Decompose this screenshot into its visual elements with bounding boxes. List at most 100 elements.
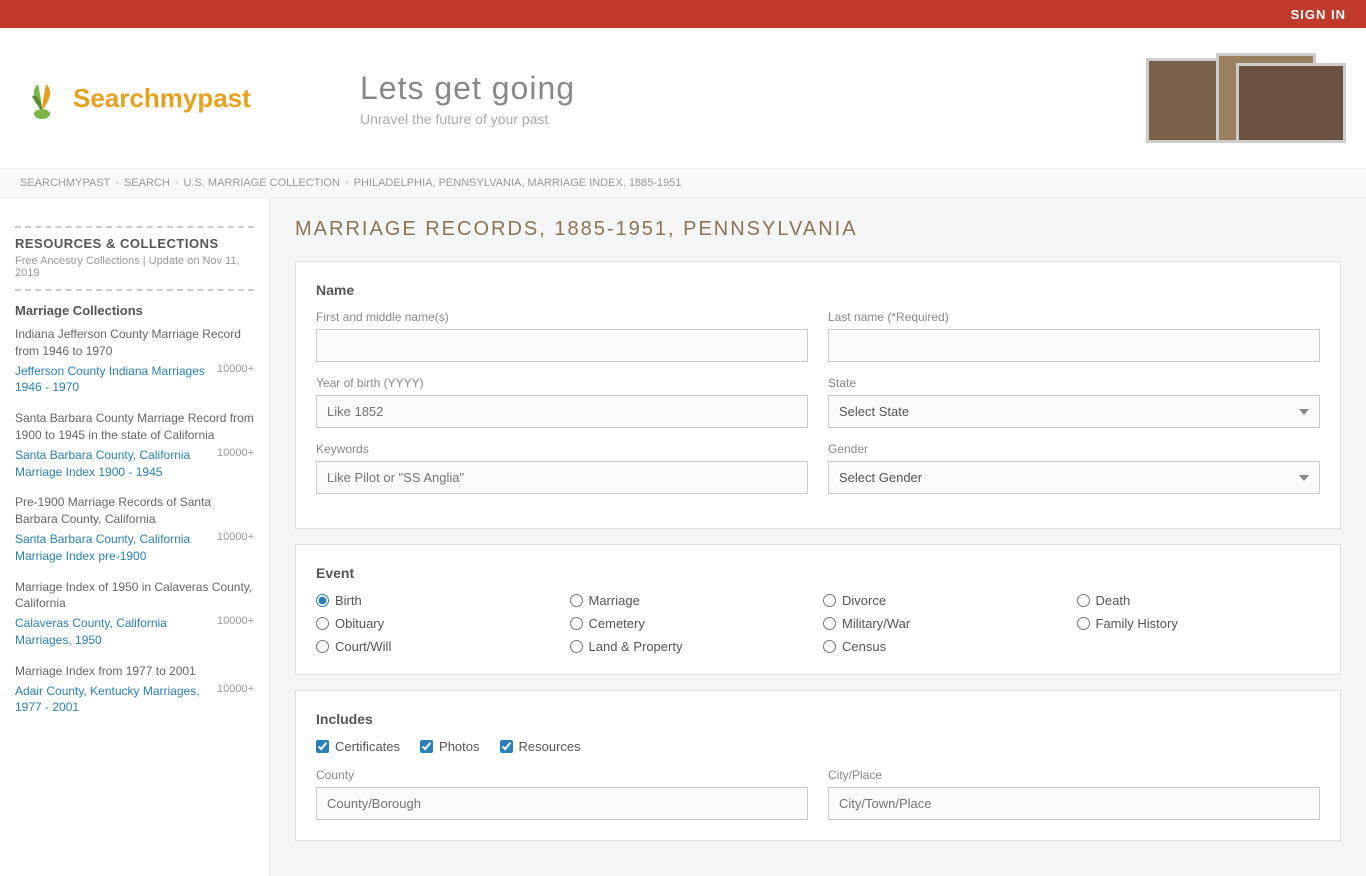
event-death-radio[interactable]	[1077, 594, 1090, 607]
keywords-input[interactable]	[316, 461, 808, 494]
event-obituary: Obituary	[316, 616, 560, 631]
photo-3	[1236, 63, 1346, 143]
event-obituary-radio[interactable]	[316, 617, 329, 630]
top-bar: SIGN IN	[0, 0, 1366, 28]
tagline-area: Lets get going Unravel the future of you…	[300, 70, 1126, 127]
breadcrumb-collection[interactable]: U.S. MARRIAGE COLLECTION	[183, 177, 339, 189]
resources-checkbox[interactable]	[500, 740, 513, 753]
state-group: State Select State Pennsylvania New York…	[828, 376, 1320, 428]
sidebar-item-2-link-row: Santa Barbara County, California Marriag…	[15, 447, 254, 481]
first-name-input[interactable]	[316, 329, 808, 362]
signin-button[interactable]: SIGN IN	[1291, 7, 1346, 22]
event-divorce: Divorce	[823, 593, 1067, 608]
breadcrumb-sep-3: ›	[345, 177, 349, 189]
event-birth: Birth	[316, 593, 560, 608]
sidebar-resources-sub: Free Ancestry Collections | Update on No…	[15, 255, 254, 279]
photos-checkbox[interactable]	[420, 740, 433, 753]
event-cemetery-label: Cemetery	[589, 616, 645, 631]
sidebar-item-3: Pre-1900 Marriage Records of Santa Barba…	[15, 494, 254, 564]
sidebar: RESOURCES & COLLECTIONS Free Ancestry Co…	[0, 198, 270, 876]
name-row-2: Year of birth (YYYY) State Select State …	[316, 376, 1320, 428]
breadcrumb-search[interactable]: SEARCH	[124, 177, 170, 189]
main-layout: RESOURCES & COLLECTIONS Free Ancestry Co…	[0, 198, 1366, 876]
name-row-1: First and middle name(s) Last name (*Req…	[316, 310, 1320, 362]
state-label: State	[828, 376, 1320, 390]
last-name-input[interactable]	[828, 329, 1320, 362]
sidebar-item-3-link-row: Santa Barbara County, California Marriag…	[15, 531, 254, 565]
sidebar-item-4-link-row: Calaveras County, California Marriages, …	[15, 615, 254, 649]
birth-year-group: Year of birth (YYYY)	[316, 376, 808, 428]
sidebar-item-5-desc: Marriage Index from 1977 to 2001	[15, 663, 254, 680]
event-marriage-radio[interactable]	[570, 594, 583, 607]
sidebar-item-1-count: 10000+	[217, 363, 254, 375]
event-census-radio[interactable]	[823, 640, 836, 653]
sidebar-item-4-desc: Marriage Index of 1950 in Calaveras Coun…	[15, 579, 254, 613]
event-marriage-label: Marriage	[589, 593, 640, 608]
sidebar-divider-bottom	[15, 289, 254, 291]
resources-label: Resources	[519, 739, 581, 754]
sidebar-item-2-link[interactable]: Santa Barbara County, California Marriag…	[15, 447, 209, 481]
photos-label: Photos	[439, 739, 479, 754]
event-cemetery-radio[interactable]	[570, 617, 583, 630]
include-resources: Resources	[500, 739, 581, 754]
event-census-label: Census	[842, 639, 886, 654]
certificates-label: Certificates	[335, 739, 400, 754]
city-group: City/Place	[828, 768, 1320, 820]
sidebar-item-4-link[interactable]: Calaveras County, California Marriages, …	[15, 615, 209, 649]
event-divorce-radio[interactable]	[823, 594, 836, 607]
sidebar-item-1: Indiana Jefferson County Marriage Record…	[15, 326, 254, 396]
last-name-group: Last name (*Required)	[828, 310, 1320, 362]
sidebar-item-3-desc: Pre-1900 Marriage Records of Santa Barba…	[15, 494, 254, 528]
content-area: MARRIAGE RECORDS, 1885-1951, PENNSYLVANI…	[270, 198, 1366, 876]
include-certificates: Certificates	[316, 739, 400, 754]
gender-select[interactable]: Select Gender Male Female	[828, 461, 1320, 494]
sidebar-item-2-count: 10000+	[217, 447, 254, 459]
include-photos: Photos	[420, 739, 479, 754]
event-land-property-radio[interactable]	[570, 640, 583, 653]
form-title: MARRIAGE RECORDS, 1885-1951, PENNSYLVANI…	[295, 218, 1341, 241]
event-family-history-radio[interactable]	[1077, 617, 1090, 630]
tagline-main: Lets get going	[360, 70, 1126, 107]
event-military-radio[interactable]	[823, 617, 836, 630]
includes-row: Certificates Photos Resources	[316, 739, 1320, 754]
event-land-property: Land & Property	[570, 639, 814, 654]
keywords-group: Keywords	[316, 442, 808, 494]
includes-section: Includes Certificates Photos Resources C…	[295, 690, 1341, 841]
sidebar-item-4-count: 10000+	[217, 615, 254, 627]
event-section-label: Event	[316, 565, 1320, 581]
event-court-will-radio[interactable]	[316, 640, 329, 653]
logo-area: Searchmypast	[20, 76, 300, 121]
event-family-history-label: Family History	[1096, 616, 1178, 631]
name-row-3: Keywords Gender Select Gender Male Femal…	[316, 442, 1320, 494]
sidebar-divider-top	[15, 226, 254, 228]
event-birth-radio[interactable]	[316, 594, 329, 607]
includes-section-label: Includes	[316, 711, 1320, 727]
event-section: Event Birth Marriage Divorce Death	[295, 544, 1341, 675]
sidebar-item-1-link-row: Jefferson County Indiana Marriages 1946 …	[15, 363, 254, 397]
event-military-label: Military/War	[842, 616, 910, 631]
first-name-label: First and middle name(s)	[316, 310, 808, 324]
sidebar-item-1-link[interactable]: Jefferson County Indiana Marriages 1946 …	[15, 363, 209, 397]
header: Searchmypast Lets get going Unravel the …	[0, 28, 1366, 169]
event-family-history: Family History	[1077, 616, 1321, 631]
sidebar-item-5: Marriage Index from 1977 to 2001 Adair C…	[15, 663, 254, 716]
certificates-checkbox[interactable]	[316, 740, 329, 753]
breadcrumb-current: PHILADELPHIA, PENNSYLVANIA, MARRIAGE IND…	[354, 177, 682, 189]
event-land-property-label: Land & Property	[589, 639, 683, 654]
county-input[interactable]	[316, 787, 808, 820]
location-row: County City/Place	[316, 768, 1320, 820]
event-court-will: Court/Will	[316, 639, 560, 654]
sidebar-item-3-count: 10000+	[217, 531, 254, 543]
sidebar-section-title: Marriage Collections	[15, 303, 254, 318]
state-select[interactable]: Select State Pennsylvania New York Calif…	[828, 395, 1320, 428]
breadcrumb-sep-2: ›	[175, 177, 179, 189]
sidebar-item-5-link[interactable]: Adair County, Kentucky Marriages, 1977 -…	[15, 683, 209, 717]
birth-year-input[interactable]	[316, 395, 808, 428]
sidebar-item-5-link-row: Adair County, Kentucky Marriages, 1977 -…	[15, 683, 254, 717]
event-death: Death	[1077, 593, 1321, 608]
sidebar-item-3-link[interactable]: Santa Barbara County, California Marriag…	[15, 531, 209, 565]
breadcrumb-home[interactable]: SEARCHMYPAST	[20, 177, 110, 189]
county-group: County	[316, 768, 808, 820]
logo-text: Searchmypast	[73, 83, 251, 114]
city-input[interactable]	[828, 787, 1320, 820]
